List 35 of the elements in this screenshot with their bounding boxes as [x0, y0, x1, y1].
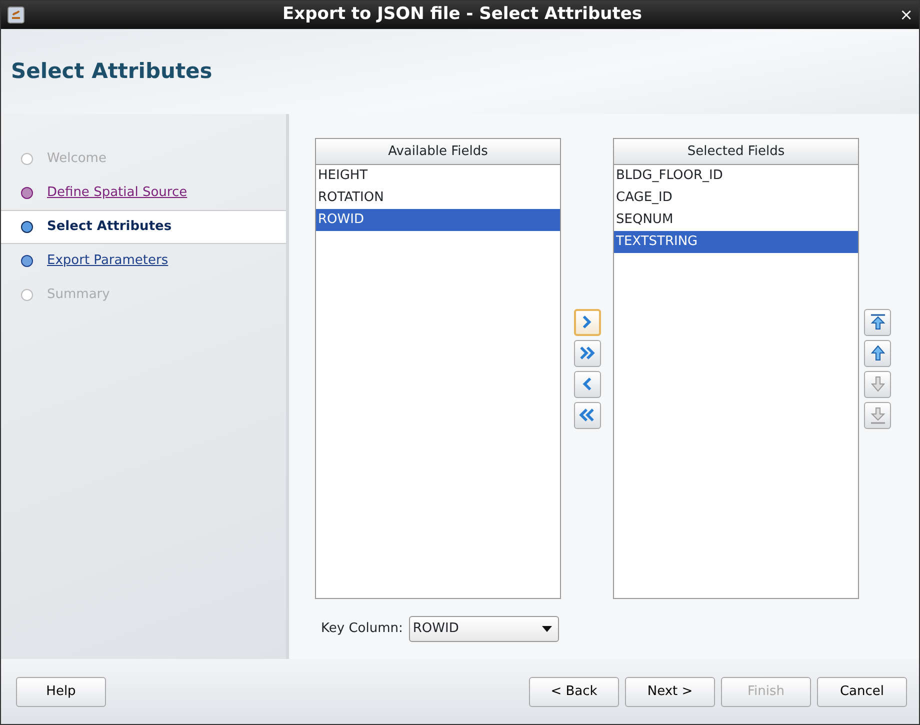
- list-item[interactable]: CAGE_ID: [614, 187, 858, 209]
- field-list[interactable]: Available Fields HEIGHT ROTATION ROWID: [315, 138, 561, 599]
- page-title: Select Attributes: [11, 58, 212, 85]
- list-item[interactable]: SEQNUM: [614, 209, 858, 231]
- move-up-button[interactable]: [864, 340, 891, 366]
- step-dot-icon: [21, 187, 33, 199]
- step-dot-icon: [21, 255, 33, 267]
- list-header: Selected Fields: [614, 139, 858, 165]
- step-dot-icon: [21, 221, 33, 233]
- key-column-label: Key Column:: [321, 620, 403, 638]
- move-left-button[interactable]: [574, 370, 600, 398]
- key-column-dropdown[interactable]: ROWID: [408, 616, 559, 642]
- step-dot-icon: [21, 289, 33, 301]
- wizard-button[interactable]: < Back: [529, 676, 619, 706]
- list-item[interactable]: BLDG_FLOOR_ID: [614, 165, 858, 187]
- step-link[interactable]: Define Spatial Source: [47, 183, 188, 203]
- wizard-button[interactable]: Cancel: [817, 676, 907, 706]
- window-title: Export to JSON file - Select Attributes: [282, 3, 644, 26]
- move-all-left-button[interactable]: [574, 402, 600, 428]
- step-link[interactable]: Export Parameters: [47, 251, 168, 271]
- close-button[interactable]: ×: [900, 3, 913, 27]
- move-top-button[interactable]: [864, 308, 891, 336]
- step-dot-icon: [21, 153, 33, 165]
- field-list[interactable]: Selected Fields BLDG_FLOOR_ID CAGE_ID SEQNUM TEXTSTRING: [613, 138, 859, 599]
- wizard-button[interactable]: Help: [16, 676, 106, 706]
- dropdown-caret-icon: [542, 626, 552, 632]
- list-item[interactable]: TEXTSTRING: [614, 231, 858, 253]
- list-header: Available Fields: [316, 139, 560, 165]
- move-all-right-button[interactable]: [574, 340, 600, 366]
- app-icon: [7, 6, 25, 24]
- move-right-button[interactable]: [574, 308, 600, 336]
- list-item[interactable]: ROWID: [316, 209, 560, 231]
- list-item[interactable]: ROTATION: [316, 187, 560, 209]
- list-item[interactable]: HEIGHT: [316, 165, 560, 187]
- wizard-button[interactable]: Next >: [625, 676, 715, 706]
